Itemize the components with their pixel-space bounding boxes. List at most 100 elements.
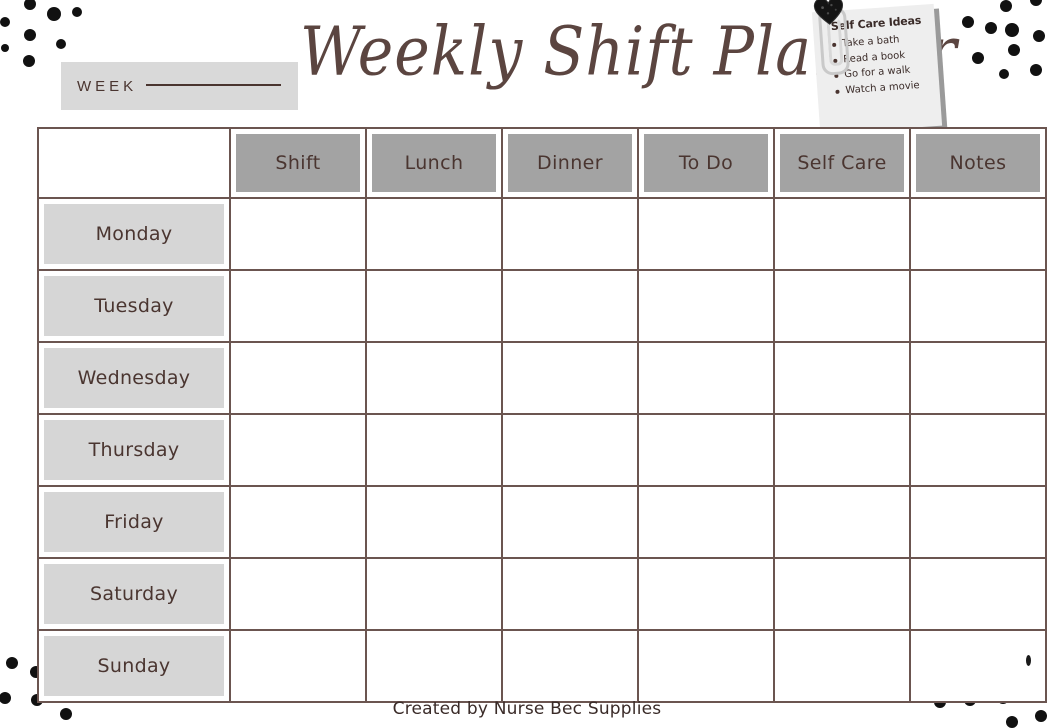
entry-cell-sunday-dinner[interactable] — [501, 629, 639, 703]
day-label-monday: Monday — [44, 204, 224, 264]
page-title: Weekly Shift Planner — [300, 12, 958, 92]
entry-cell-friday-self-care[interactable] — [773, 485, 911, 559]
entry-cell-wednesday-lunch[interactable] — [365, 341, 503, 415]
week-input-line[interactable] — [146, 83, 282, 86]
entry-cell-sunday-self-care[interactable] — [773, 629, 911, 703]
column-header-self-care: Self Care — [780, 134, 904, 192]
entry-cell-monday-dinner[interactable] — [501, 197, 639, 271]
entry-cell-monday-to-do[interactable] — [637, 197, 775, 271]
entry-cell-saturday-shift[interactable] — [229, 557, 367, 631]
table-header-row: Shift Lunch Dinner To Do Self Care Notes — [37, 127, 1047, 199]
entry-cell-wednesday-self-care[interactable] — [773, 341, 911, 415]
entry-cell-monday-shift[interactable] — [229, 197, 367, 271]
entry-cell-friday-dinner[interactable] — [501, 485, 639, 559]
entry-cell-thursday-to-do[interactable] — [637, 413, 775, 487]
entry-cell-friday-to-do[interactable] — [637, 485, 775, 559]
entry-cell-thursday-notes[interactable] — [909, 413, 1047, 487]
entry-cell-wednesday-notes[interactable] — [909, 341, 1047, 415]
table-row: Wednesday — [37, 341, 1047, 415]
confetti-dot — [47, 7, 61, 21]
confetti-dot — [962, 16, 974, 28]
day-label-wednesday: Wednesday — [44, 348, 224, 408]
table-row: Monday — [37, 197, 1047, 271]
table-row: Thursday — [37, 413, 1047, 487]
entry-cell-wednesday-to-do[interactable] — [637, 341, 775, 415]
entry-cell-saturday-to-do[interactable] — [637, 557, 775, 631]
table-row: Saturday — [37, 557, 1047, 631]
entry-cell-friday-shift[interactable] — [229, 485, 367, 559]
entry-cell-tuesday-to-do[interactable] — [637, 269, 775, 343]
entry-cell-tuesday-self-care[interactable] — [773, 269, 911, 343]
table-header-cell: Self Care — [773, 127, 911, 199]
confetti-dot — [1, 44, 9, 52]
column-header-shift: Shift — [236, 134, 360, 192]
entry-cell-thursday-lunch[interactable] — [365, 413, 503, 487]
entry-cell-sunday-lunch[interactable] — [365, 629, 503, 703]
entry-cell-thursday-dinner[interactable] — [501, 413, 639, 487]
entry-cell-monday-self-care[interactable] — [773, 197, 911, 271]
entry-cell-thursday-shift[interactable] — [229, 413, 367, 487]
entry-cell-friday-lunch[interactable] — [365, 485, 503, 559]
day-label-cell: Wednesday — [37, 341, 231, 415]
entry-cell-tuesday-shift[interactable] — [229, 269, 367, 343]
table-header-cell: Lunch — [365, 127, 503, 199]
confetti-dot — [999, 69, 1009, 79]
stray-mark — [1026, 655, 1031, 666]
confetti-dot — [23, 55, 35, 67]
day-label-friday: Friday — [44, 492, 224, 552]
entry-cell-tuesday-lunch[interactable] — [365, 269, 503, 343]
entry-cell-saturday-notes[interactable] — [909, 557, 1047, 631]
week-field[interactable]: WEEK — [61, 62, 298, 110]
table-row: Sunday — [37, 629, 1047, 703]
entry-cell-thursday-self-care[interactable] — [773, 413, 911, 487]
confetti-dot — [1000, 0, 1012, 12]
day-label-cell: Monday — [37, 197, 231, 271]
confetti-dot — [24, 0, 36, 10]
entry-cell-friday-notes[interactable] — [909, 485, 1047, 559]
footer-credit: Created by Nurse Bec Supplies — [392, 699, 662, 719]
confetti-dot — [6, 657, 18, 669]
confetti-dot — [972, 52, 984, 64]
table-row: Friday — [37, 485, 1047, 559]
confetti-dot — [1033, 30, 1045, 42]
entry-cell-sunday-shift[interactable] — [229, 629, 367, 703]
entry-cell-saturday-dinner[interactable] — [501, 557, 639, 631]
confetti-dot — [1008, 44, 1020, 56]
confetti-dot — [1030, 0, 1042, 6]
confetti-dot — [72, 7, 82, 17]
table-corner-cell — [37, 127, 231, 199]
confetti-dot — [985, 22, 997, 34]
planner-page: WEEK Weekly Shift Planner Self Care Idea… — [0, 0, 1054, 728]
entry-cell-monday-notes[interactable] — [909, 197, 1047, 271]
confetti-dot — [24, 29, 36, 41]
table-header-cell: Dinner — [501, 127, 639, 199]
self-care-sticky-note: Self Care Ideas Take a bath Read a book … — [811, 0, 948, 139]
column-header-notes: Notes — [916, 134, 1040, 192]
entry-cell-tuesday-dinner[interactable] — [501, 269, 639, 343]
entry-cell-sunday-to-do[interactable] — [637, 629, 775, 703]
day-label-cell: Friday — [37, 485, 231, 559]
weekly-shift-table: Shift Lunch Dinner To Do Self Care Notes Monda… — [37, 127, 1047, 703]
table-header-cell: To Do — [637, 127, 775, 199]
day-label-sunday: Sunday — [44, 636, 224, 696]
table-row: Tuesday — [37, 269, 1047, 343]
entry-cell-saturday-lunch[interactable] — [365, 557, 503, 631]
confetti-dot — [1005, 23, 1019, 37]
day-label-cell: Saturday — [37, 557, 231, 631]
entry-cell-monday-lunch[interactable] — [365, 197, 503, 271]
confetti-dot — [0, 17, 10, 27]
entry-cell-wednesday-dinner[interactable] — [501, 341, 639, 415]
confetti-dot — [56, 39, 66, 49]
day-label-thursday: Thursday — [44, 420, 224, 480]
column-header-to-do: To Do — [644, 134, 768, 192]
table-header-cell: Notes — [909, 127, 1047, 199]
entry-cell-tuesday-notes[interactable] — [909, 269, 1047, 343]
day-label-cell: Sunday — [37, 629, 231, 703]
entry-cell-wednesday-shift[interactable] — [229, 341, 367, 415]
entry-cell-sunday-notes[interactable] — [909, 629, 1047, 703]
column-header-lunch: Lunch — [372, 134, 496, 192]
column-header-dinner: Dinner — [508, 134, 632, 192]
day-label-tuesday: Tuesday — [44, 276, 224, 336]
heart-icon — [813, 0, 843, 25]
entry-cell-saturday-self-care[interactable] — [773, 557, 911, 631]
